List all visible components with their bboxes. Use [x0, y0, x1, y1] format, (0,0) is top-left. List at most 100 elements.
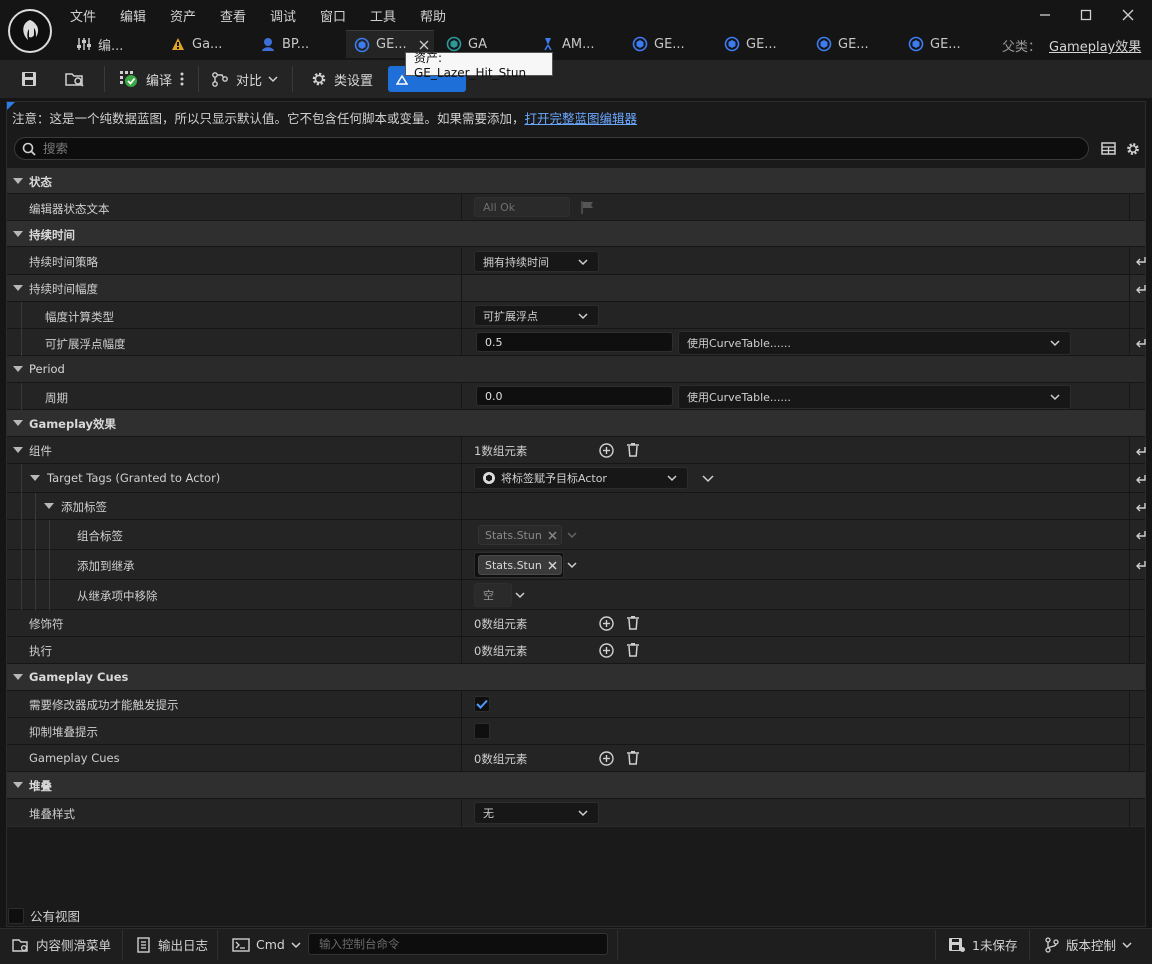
- add-element-icon[interactable]: [599, 616, 614, 631]
- search-box[interactable]: [14, 137, 1089, 160]
- output-log-icon: [136, 936, 152, 953]
- property-duration-magnitude[interactable]: 持续时间幅度: [7, 275, 1147, 302]
- curve-table-dropdown[interactable]: 使用CurveTable......: [678, 331, 1071, 355]
- save-icon: [20, 70, 38, 88]
- unreal-logo-icon[interactable]: [8, 9, 52, 53]
- kebab-menu-icon: [180, 71, 184, 87]
- reset-to-default-icon[interactable]: [1135, 445, 1147, 457]
- compile-button[interactable]: 编译: [112, 65, 178, 93]
- tab-blueprint-graph[interactable]: 编...: [68, 30, 160, 58]
- tab-gameplay-effect[interactable]: GE...: [716, 30, 804, 58]
- category-status[interactable]: 状态: [7, 168, 1145, 194]
- search-icon: [22, 142, 36, 156]
- property-period: 周期 0.0 使用CurveTable......: [7, 383, 1145, 410]
- removed-tags-empty-field[interactable]: 空: [474, 583, 512, 607]
- chevron-down-icon: [291, 941, 301, 949]
- reset-to-default-icon[interactable]: [1135, 283, 1147, 295]
- property-suppress-stacking-cues: 抑制堆叠提示: [7, 718, 1145, 745]
- suppress-stacking-cues-checkbox[interactable]: [474, 723, 490, 739]
- public-view-toggle[interactable]: 公有视图: [8, 906, 80, 925]
- folder-search-icon: [64, 70, 86, 88]
- property-add-tags[interactable]: 添加标签: [7, 493, 1147, 520]
- added-tag-chip[interactable]: Stats.Stun: [478, 555, 562, 575]
- category-gameplay-cues[interactable]: Gameplay Cues: [7, 664, 1145, 691]
- compile-options-button[interactable]: [174, 65, 190, 93]
- reset-to-default-icon[interactable]: [1135, 337, 1147, 349]
- property-added-to-inheritance: 添加到继承 Stats.Stun: [7, 550, 1147, 580]
- duration-policy-dropdown[interactable]: 拥有持续时间: [474, 251, 599, 272]
- property-target-tags-component[interactable]: Target Tags (Granted to Actor) 将标签赋予目标Ac…: [7, 464, 1147, 493]
- remove-tag-icon[interactable]: [548, 561, 557, 570]
- magnitude-calc-type-dropdown[interactable]: 可扩展浮点: [474, 305, 599, 326]
- tab-gameplay-effect[interactable]: GE...: [808, 30, 896, 58]
- tag-picker-chevron-icon[interactable]: [567, 562, 577, 570]
- open-full-editor-link[interactable]: 打开完整蓝图编辑器: [525, 111, 638, 126]
- period-value-field[interactable]: 0.0: [476, 386, 673, 406]
- add-element-icon[interactable]: [599, 443, 614, 458]
- console-command-input[interactable]: [317, 936, 607, 952]
- add-element-icon[interactable]: [599, 751, 614, 766]
- menu-window[interactable]: 窗口: [320, 6, 346, 25]
- settings-gear-icon[interactable]: [1125, 141, 1141, 157]
- reset-to-default-icon[interactable]: [1135, 529, 1147, 541]
- parent-class-link[interactable]: Gameplay效果: [1049, 36, 1141, 55]
- cmd-selector-button[interactable]: Cmd: [224, 928, 309, 961]
- tab-gameplay-effect[interactable]: GE...: [624, 30, 712, 58]
- add-element-icon[interactable]: [599, 643, 614, 658]
- menu-view[interactable]: 查看: [220, 6, 246, 25]
- menu-asset[interactable]: 资产: [170, 6, 196, 25]
- menu-help[interactable]: 帮助: [420, 6, 446, 25]
- menu-edit[interactable]: 编辑: [120, 6, 146, 25]
- browse-asset-button[interactable]: [58, 65, 92, 93]
- reset-to-default-icon[interactable]: [1135, 559, 1147, 571]
- maximize-icon[interactable]: [1069, 3, 1103, 27]
- trash-icon[interactable]: [626, 615, 640, 631]
- save-button[interactable]: [14, 65, 44, 93]
- public-view-checkbox[interactable]: [8, 907, 24, 924]
- property-components[interactable]: 组件 1数组元素: [7, 437, 1147, 464]
- minimize-icon[interactable]: [1028, 3, 1062, 27]
- property-stacking-type: 堆叠样式 无: [7, 799, 1145, 827]
- unsaved-assets-button[interactable]: 1未保存: [940, 928, 1025, 961]
- table-view-icon[interactable]: [1101, 141, 1116, 156]
- menu-debug[interactable]: 调试: [270, 6, 296, 25]
- terminal-icon: [232, 937, 250, 952]
- close-window-icon[interactable]: [1111, 3, 1145, 27]
- tag-picker-chevron-icon[interactable]: [515, 592, 525, 600]
- trash-icon[interactable]: [626, 750, 640, 766]
- console-command-box[interactable]: [308, 933, 608, 955]
- reset-to-default-icon[interactable]: [1135, 255, 1147, 267]
- trash-icon[interactable]: [626, 442, 640, 458]
- category-duration[interactable]: 持续时间: [7, 221, 1145, 247]
- blueprint-graph-icon: [76, 36, 92, 52]
- trash-icon[interactable]: [626, 642, 640, 658]
- source-control-branch-icon: [1044, 936, 1060, 953]
- collapse-triangle-icon: [13, 447, 23, 453]
- reset-to-default-icon[interactable]: [1135, 501, 1147, 513]
- reset-to-default-icon[interactable]: [1135, 473, 1147, 485]
- class-settings-button[interactable]: 类设置: [304, 65, 379, 93]
- stacking-type-dropdown[interactable]: 无: [474, 802, 599, 824]
- tab-gameplay-effect[interactable]: GE...: [900, 30, 988, 58]
- category-period[interactable]: Period: [7, 356, 1145, 383]
- output-log-button[interactable]: 输出日志: [128, 928, 216, 961]
- source-control-button[interactable]: 版本控制: [1036, 928, 1140, 961]
- category-gameplay-effect[interactable]: Gameplay效果: [7, 410, 1145, 437]
- period-curve-table-dropdown[interactable]: 使用CurveTable......: [678, 385, 1071, 409]
- diff-button[interactable]: 对比: [204, 65, 284, 93]
- content-drawer-button[interactable]: 内容侧滑菜单: [4, 928, 119, 961]
- expand-options-chevron-icon[interactable]: [702, 475, 714, 483]
- menu-tools[interactable]: 工具: [370, 6, 396, 25]
- menu-file[interactable]: 文件: [70, 6, 96, 25]
- category-stacking[interactable]: 堆叠: [7, 772, 1145, 799]
- target-tags-class-dropdown[interactable]: 将标签赋予目标Actor: [474, 467, 688, 489]
- require-modifier-success-checkbox[interactable]: [474, 696, 490, 712]
- tab-bp-character[interactable]: BP...: [252, 30, 344, 58]
- tab-gameplay-ability[interactable]: Ga...: [162, 30, 250, 58]
- editor-status-text-field: All Ok: [474, 197, 570, 217]
- chevron-down-icon: [268, 75, 278, 83]
- asset-tooltip: 资产: GE_Lazer_Hit_Stun: [405, 51, 553, 80]
- scalable-float-value-field[interactable]: 0.5: [476, 332, 673, 352]
- search-input[interactable]: [41, 140, 1088, 157]
- property-scalable-float-magnitude: 可扩展浮点幅度 0.5 使用CurveTable......: [7, 329, 1147, 356]
